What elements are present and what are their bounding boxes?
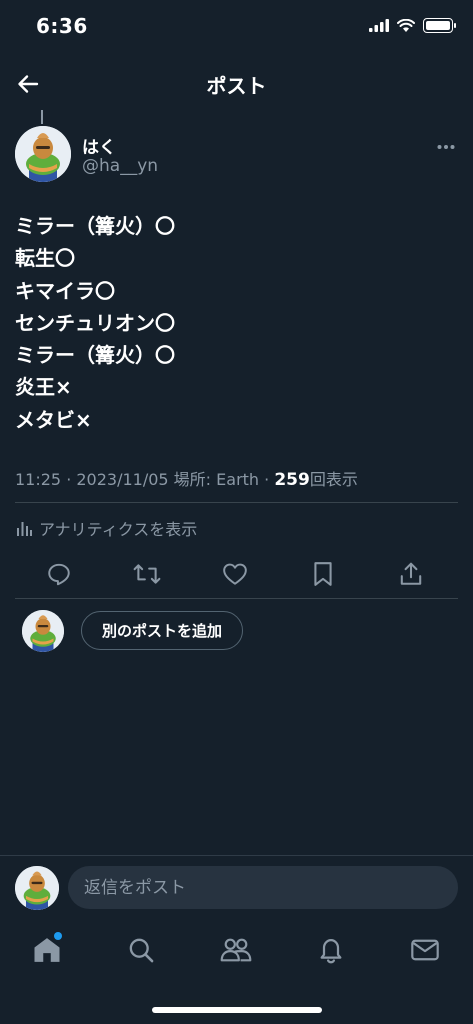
nav-communities[interactable]	[216, 930, 256, 970]
post-meta: 11:25 · 2023/11/05 場所: Earth · 259回表示	[15, 466, 358, 490]
notifications-icon	[320, 938, 342, 964]
analytics-label: アナリティクスを表示	[39, 520, 198, 539]
post-timestamp-location: 11:25 · 2023/11/05 場所: Earth ·	[15, 470, 275, 489]
nav-messages[interactable]	[405, 930, 445, 970]
share-icon	[400, 562, 422, 585]
repost-icon	[133, 564, 161, 584]
page-title: ポスト	[206, 74, 267, 98]
messages-icon	[411, 939, 439, 961]
more-options-button[interactable]	[437, 134, 455, 155]
bottom-nav	[0, 930, 473, 970]
home-indicator	[152, 1007, 322, 1013]
nav-home[interactable]	[27, 930, 67, 970]
reply-icon	[48, 563, 70, 586]
reply-button[interactable]	[43, 558, 75, 590]
nav-search[interactable]	[121, 930, 161, 970]
status-time: 6:36	[36, 14, 88, 38]
notification-dot	[54, 932, 62, 940]
analytics-icon	[17, 522, 32, 536]
view-analytics-link[interactable]: アナリティクスを表示	[15, 516, 197, 540]
repost-button[interactable]	[131, 558, 163, 590]
search-icon	[129, 938, 154, 963]
user-avatar[interactable]	[22, 610, 64, 652]
post-line: ミラー（篝火）〇	[15, 214, 175, 238]
view-count: 259	[274, 470, 310, 490]
bookmark-button[interactable]	[307, 558, 339, 590]
author-avatar[interactable]	[15, 126, 71, 182]
add-another-post-button[interactable]: 別のポストを追加	[81, 611, 244, 650]
post-line: キマイラ〇	[15, 278, 115, 303]
wifi-icon	[397, 19, 415, 32]
post-line: ミラー（篝火）〇	[15, 343, 175, 368]
nav-notifications[interactable]	[311, 930, 351, 970]
post-actions	[0, 558, 473, 590]
more-dots-icon	[437, 145, 455, 149]
divider	[15, 502, 458, 503]
status-icons	[369, 18, 456, 33]
avatar-illustration	[22, 610, 64, 652]
like-icon	[223, 563, 247, 585]
post-line: メタビ×	[15, 407, 92, 432]
post-line: 炎王×	[15, 375, 72, 400]
battery-icon	[423, 18, 456, 33]
communities-icon	[220, 938, 252, 962]
bookmark-icon	[314, 562, 332, 586]
avatar-illustration	[15, 866, 59, 910]
author-handle[interactable]: @ha__yn	[82, 156, 158, 176]
post-text: ミラー（篝火）〇 転生〇 キマイラ〇 センチュリオン〇 ミラー（篝火）〇 炎王×…	[15, 210, 455, 436]
divider	[15, 598, 458, 599]
author-name[interactable]: はく	[82, 133, 116, 158]
cellular-signal-icon	[369, 19, 389, 32]
share-button[interactable]	[395, 558, 427, 590]
post-line: センチュリオン〇	[15, 310, 175, 335]
like-button[interactable]	[219, 558, 251, 590]
reply-bar-divider	[0, 855, 473, 856]
avatar-illustration	[15, 126, 71, 182]
reply-input[interactable]	[68, 866, 458, 909]
reply-user-avatar[interactable]	[15, 866, 59, 910]
view-count-suffix: 回表示	[309, 470, 358, 489]
post-line: 転生〇	[15, 246, 75, 271]
thread-line	[41, 110, 43, 124]
